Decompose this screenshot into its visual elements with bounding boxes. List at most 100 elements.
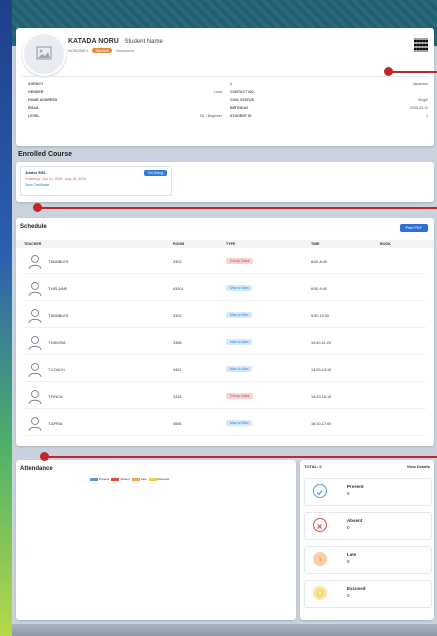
table-row: T.APRIA 4506 Man to Man 16:10-17:00: [16, 412, 434, 436]
table-row: T.HELAINE #3301 Man to Man 8:50-9:40: [16, 277, 434, 301]
annotation-line: [44, 456, 437, 458]
course-item[interactable]: Junior ESL 4 week(s): Jun 14, 2024 - Aug…: [20, 166, 172, 196]
check-icon: [313, 484, 327, 498]
teacher-avatar-icon: [28, 281, 42, 298]
row-divider: [24, 435, 426, 436]
attendance-card: Attendance Present Absent Late Excused: [16, 460, 296, 620]
teacher-avatar-icon: [28, 308, 42, 325]
divider: [22, 76, 428, 77]
info-label: EMAIL: [28, 106, 40, 110]
role-badge: Student: [92, 48, 113, 53]
info-row: AGENCY 1 Japanese: [28, 80, 428, 88]
legend-present: Present: [90, 477, 109, 481]
info-icon: [313, 586, 327, 600]
nickname-label: Nickname: [116, 48, 135, 53]
stat-present: Present 0: [304, 478, 432, 506]
schedule-table-header: TEACHER ROOM TYPE TIME BOOK: [16, 240, 434, 248]
class-time: 10:40-11:20: [311, 341, 331, 345]
sub-name-row: NOBUMEX Student Nickname: [68, 48, 134, 53]
room-number: 3315: [173, 395, 182, 399]
class-type-badge: Man to Man: [226, 339, 253, 345]
view-certificate-link[interactable]: View Certificate: [25, 183, 49, 187]
info-value: 1: [426, 114, 428, 118]
teacher-name: T.FINCH: [48, 395, 63, 399]
info-row: LEVEL B1 / Beginner STUDENT ID 1: [28, 112, 428, 120]
legend-late: Late: [131, 477, 147, 481]
profile-card: KATADA NORU Student Name NOBUMEX Student…: [16, 28, 434, 146]
teacher-name: T.NIDORA: [48, 341, 66, 345]
info-label: CONTACT NO.: [230, 90, 255, 94]
stat-value: 0: [347, 491, 350, 496]
teacher-name: T.HELAINE: [48, 287, 68, 291]
room-number: #3301: [173, 287, 184, 291]
attendance-stats-card: TOTAL: 0 View Details Present 0 Absent 0…: [300, 460, 434, 620]
room-number: 3308: [173, 341, 182, 345]
info-label: CIVIL STATUS: [230, 98, 254, 102]
stats-header: TOTAL: 0 View Details: [304, 464, 430, 469]
annotation-dot: [384, 67, 393, 76]
avatar: [22, 32, 66, 76]
attendance-title: Attendance: [20, 466, 53, 472]
info-label: BIRTHDAY: [230, 106, 249, 110]
stat-late: Late 0: [304, 546, 432, 574]
stat-label: Present: [347, 484, 364, 489]
info-value: Single: [418, 98, 428, 102]
info-row: GENDER Lexa CONTACT NO.: [28, 88, 428, 96]
class-time: 13:00-13:10: [311, 368, 332, 372]
class-time: 9:50-10:30: [311, 314, 330, 318]
row-divider: [24, 408, 426, 409]
table-row: T.COACH 4401 Man to Man 13:00-13:10: [16, 358, 434, 382]
view-details-link[interactable]: View Details: [407, 464, 430, 469]
student-name-label: Student Name: [124, 39, 163, 45]
clock-icon: [313, 552, 327, 566]
student-last-name: KATADA NORU: [68, 38, 119, 45]
class-time: 8:50-9:40: [311, 287, 328, 291]
profile-info-grid: AGENCY 1 Japanese GENDER Lexa CONTACT NO…: [28, 80, 428, 120]
total-label: TOTAL: 0: [304, 464, 322, 469]
info-label: AGENCY: [28, 82, 44, 86]
stat-excused: Excused 0: [304, 580, 432, 608]
enrolled-course-title: Enrolled Course: [18, 151, 73, 158]
class-time: 8:00-8:40: [311, 260, 328, 264]
annotation-dot: [40, 452, 49, 461]
enrolled-course-card: Junior ESL 4 week(s): Jun 14, 2024 - Aug…: [16, 162, 434, 202]
info-value: B1 / Beginner: [200, 114, 222, 118]
left-accent-bar: [0, 0, 12, 636]
qr-code-icon[interactable]: [414, 38, 428, 52]
info-label: GENDER: [28, 90, 44, 94]
room-number: 3303: [173, 314, 182, 318]
info-value: Lexa: [214, 90, 222, 94]
teacher-name: T.COACH: [48, 368, 65, 372]
class-time: 16:10-17:00: [311, 422, 332, 426]
teacher-name: T.APRIA: [48, 422, 63, 426]
teacher-avatar-icon: [28, 335, 42, 352]
header-teacher: TEACHER: [24, 242, 42, 246]
print-pdf-button[interactable]: Print PDF: [399, 224, 428, 232]
stat-label: Late: [347, 552, 357, 557]
info-row: EMAIL BIRTHDAY 2005-03-11: [28, 104, 428, 112]
info-label: STUDENT ID: [230, 114, 252, 118]
table-row: T.FINCH 3315 Group Class 14:20-15:10: [16, 385, 434, 409]
info-label: 1: [230, 82, 232, 86]
teacher-avatar-icon: [28, 254, 42, 271]
course-schedule: 4 week(s): Jun 14, 2024 - Aug 16, 2024: [25, 177, 87, 181]
table-row: T.BUBBLES 3303 Group Class 8:00-8:40: [16, 250, 434, 274]
stat-absent: Absent 0: [304, 512, 432, 540]
class-time: 14:20-15:10: [311, 395, 332, 399]
student-sub-name: NOBUMEX: [68, 48, 89, 53]
info-row: HOME ADDRESS CIVIL STATUS Single: [28, 96, 428, 104]
info-label: HOME ADDRESS: [28, 98, 58, 102]
info-value: 2005-03-11: [409, 106, 428, 110]
room-number: 3303: [173, 260, 182, 264]
stat-value: 0: [347, 525, 350, 530]
image-placeholder-icon: [36, 46, 52, 60]
attendance-legend: Present Absent Late Excused: [90, 477, 169, 481]
room-number: 4506: [173, 422, 182, 426]
info-value: Japanese: [412, 82, 428, 86]
info-label: LEVEL: [28, 114, 40, 118]
header-time: TIME: [311, 242, 320, 246]
annotation-line: [38, 207, 437, 209]
teacher-name: T.BUBBLES: [48, 314, 69, 318]
legend-absent: Absent: [111, 477, 130, 481]
row-divider: [24, 273, 426, 274]
